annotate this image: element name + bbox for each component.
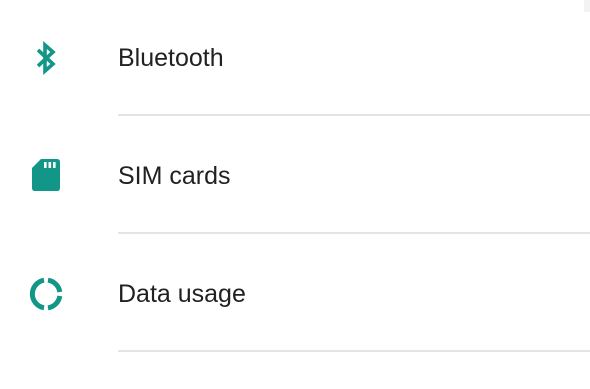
- settings-item-data-usage[interactable]: Data usage: [0, 236, 590, 354]
- settings-list: Bluetooth SIM cards Data usage: [0, 0, 590, 389]
- settings-item-label: Bluetooth: [118, 44, 224, 72]
- divider: [118, 350, 590, 352]
- settings-item-label: Data usage: [118, 280, 246, 308]
- settings-item-label: SIM cards: [118, 162, 231, 190]
- settings-item-sim-cards[interactable]: SIM cards: [0, 118, 590, 236]
- divider: [118, 232, 590, 234]
- divider: [118, 114, 590, 116]
- data-usage-icon: [26, 274, 66, 314]
- settings-item-bluetooth[interactable]: Bluetooth: [0, 0, 590, 118]
- sim-card-icon: [26, 155, 66, 195]
- bluetooth-icon: [26, 38, 66, 78]
